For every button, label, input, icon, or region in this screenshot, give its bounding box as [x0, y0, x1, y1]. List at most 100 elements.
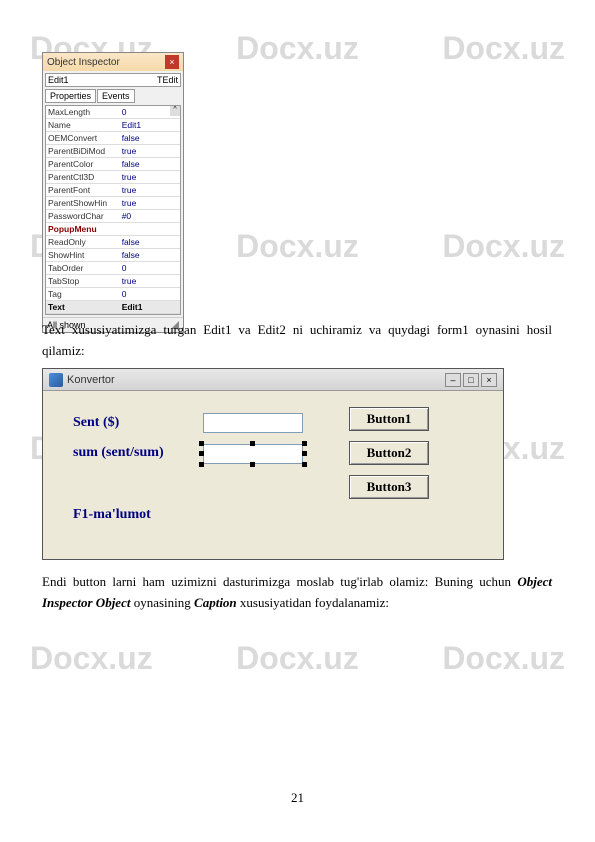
minimize-icon[interactable]: –	[445, 373, 461, 387]
watermark-text: Docx.uz	[236, 30, 359, 67]
edit2-input[interactable]	[203, 444, 303, 464]
property-name: ShowHint	[46, 250, 120, 260]
button1[interactable]: Button1	[349, 407, 429, 431]
property-value[interactable]: false	[120, 250, 180, 260]
window-controls: – □ ×	[445, 373, 497, 387]
inspector-tabs: Properties Events	[45, 89, 181, 103]
property-row[interactable]: ParentCtl3Dtrue	[46, 171, 180, 184]
watermark-text: Docx.uz	[236, 228, 359, 265]
button2[interactable]: Button2	[349, 441, 429, 465]
property-row[interactable]: ParentColorfalse	[46, 158, 180, 171]
p2-bold2: Caption	[194, 595, 237, 610]
property-name: Text	[46, 302, 120, 312]
property-name: PasswordChar	[46, 211, 120, 221]
object-inspector-titlebar: Object Inspector ×	[43, 53, 183, 71]
property-row[interactable]: TabStoptrue	[46, 275, 180, 288]
property-name: TabOrder	[46, 263, 120, 273]
property-row[interactable]: PasswordChar#0	[46, 210, 180, 223]
label-sent: Sent ($)	[73, 415, 119, 431]
property-value[interactable]: true	[120, 185, 180, 195]
property-row[interactable]: TextEdit1	[46, 301, 180, 314]
property-row[interactable]: MaxLength0	[46, 106, 180, 119]
property-value[interactable]: false	[120, 159, 180, 169]
edit1-input[interactable]	[203, 413, 303, 433]
property-name: MaxLength	[46, 107, 120, 117]
object-inspector-title: Object Inspector	[47, 57, 120, 68]
paragraph-2: Endi button larni ham uzimizni dasturimi…	[42, 572, 552, 614]
form-body: Sent ($) sum (sent/sum) F1-ma'lumot Butt…	[43, 391, 503, 559]
property-value[interactable]: true	[120, 198, 180, 208]
selection-handle[interactable]	[199, 462, 204, 467]
watermark-text: Docx.uz	[236, 640, 359, 677]
selection-handle[interactable]	[199, 441, 204, 446]
edit2-selection-wrap	[199, 441, 307, 467]
object-selector-combo[interactable]: Edit1 TEdit	[45, 73, 181, 87]
tab-events[interactable]: Events	[97, 89, 135, 103]
scroll-up-icon[interactable]: ^	[170, 106, 180, 116]
property-name: Name	[46, 120, 120, 130]
property-value[interactable]: 0	[120, 289, 180, 299]
property-name: ReadOnly	[46, 237, 120, 247]
property-value[interactable]: false	[120, 133, 180, 143]
p2-text: Endi button larni ham uzimizni dasturimi…	[42, 574, 517, 589]
property-value[interactable]: #0	[120, 211, 180, 221]
property-name: OEMConvert	[46, 133, 120, 143]
object-inspector-window: Object Inspector × Edit1 TEdit Propertie…	[42, 52, 184, 333]
selection-handle[interactable]	[250, 441, 255, 446]
combo-object-name: Edit1	[48, 75, 69, 85]
property-name: ParentShowHin	[46, 198, 120, 208]
property-row[interactable]: OEMConvertfalse	[46, 132, 180, 145]
property-row[interactable]: Tag0	[46, 288, 180, 301]
property-row[interactable]: ParentFonttrue	[46, 184, 180, 197]
label-f1: F1-ma'lumot	[73, 507, 151, 523]
property-name: ParentFont	[46, 185, 120, 195]
watermark-text: Docx.uz	[442, 640, 565, 677]
close-icon[interactable]: ×	[165, 55, 179, 69]
watermark-text: Docx.uz	[30, 640, 153, 677]
property-row[interactable]: TabOrder0	[46, 262, 180, 275]
properties-grid: ^ MaxLength0NameEdit1OEMConvertfalsePare…	[45, 105, 181, 315]
property-name: ParentBiDiMod	[46, 146, 120, 156]
property-row[interactable]: ParentShowHintrue	[46, 197, 180, 210]
property-value[interactable]: true	[120, 172, 180, 182]
property-row[interactable]: NameEdit1	[46, 119, 180, 132]
property-row[interactable]: PopupMenu	[46, 223, 180, 236]
property-name: TabStop	[46, 276, 120, 286]
maximize-icon[interactable]: □	[463, 373, 479, 387]
close-icon[interactable]: ×	[481, 373, 497, 387]
property-name: ParentCtl3D	[46, 172, 120, 182]
property-name: ParentColor	[46, 159, 120, 169]
property-row[interactable]: ReadOnlyfalse	[46, 236, 180, 249]
property-value[interactable]: false	[120, 237, 180, 247]
form-titlebar: Konvertor – □ ×	[43, 369, 503, 391]
selection-handle[interactable]	[302, 441, 307, 446]
p2-suffix: xususiyatidan foydalanamiz:	[237, 595, 389, 610]
selection-handle[interactable]	[302, 462, 307, 467]
property-name: PopupMenu	[46, 224, 120, 234]
page-number: 21	[0, 790, 595, 806]
form-title-text: Konvertor	[67, 374, 115, 386]
button3[interactable]: Button3	[349, 475, 429, 499]
property-value[interactable]: Edit1	[120, 302, 180, 312]
app-icon	[49, 373, 63, 387]
selection-handle[interactable]	[250, 462, 255, 467]
property-row[interactable]: ParentBiDiModtrue	[46, 145, 180, 158]
watermark-text: Docx.uz	[442, 228, 565, 265]
paragraph-1: Text xususiyatimizga turgan Edit1 va Edi…	[42, 320, 552, 362]
property-value[interactable]: true	[120, 146, 180, 156]
watermark-text: Docx.uz	[442, 30, 565, 67]
combo-object-type: TEdit	[157, 75, 178, 85]
selection-handle[interactable]	[302, 451, 307, 456]
label-sum: sum (sent/sum)	[73, 445, 164, 461]
property-value[interactable]: Edit1	[120, 120, 180, 130]
property-row[interactable]: ShowHintfalse	[46, 249, 180, 262]
property-value[interactable]: true	[120, 276, 180, 286]
property-name: Tag	[46, 289, 120, 299]
paragraph-1-text: Text xususiyatimizga turgan Edit1 va Edi…	[42, 322, 552, 358]
tab-properties[interactable]: Properties	[45, 89, 96, 103]
selection-handle[interactable]	[199, 451, 204, 456]
p2-mid: oynasining	[130, 595, 194, 610]
form-title-area: Konvertor	[49, 373, 115, 387]
watermark-row: Docx.uz Docx.uz Docx.uz	[0, 640, 595, 677]
property-value[interactable]: 0	[120, 263, 180, 273]
